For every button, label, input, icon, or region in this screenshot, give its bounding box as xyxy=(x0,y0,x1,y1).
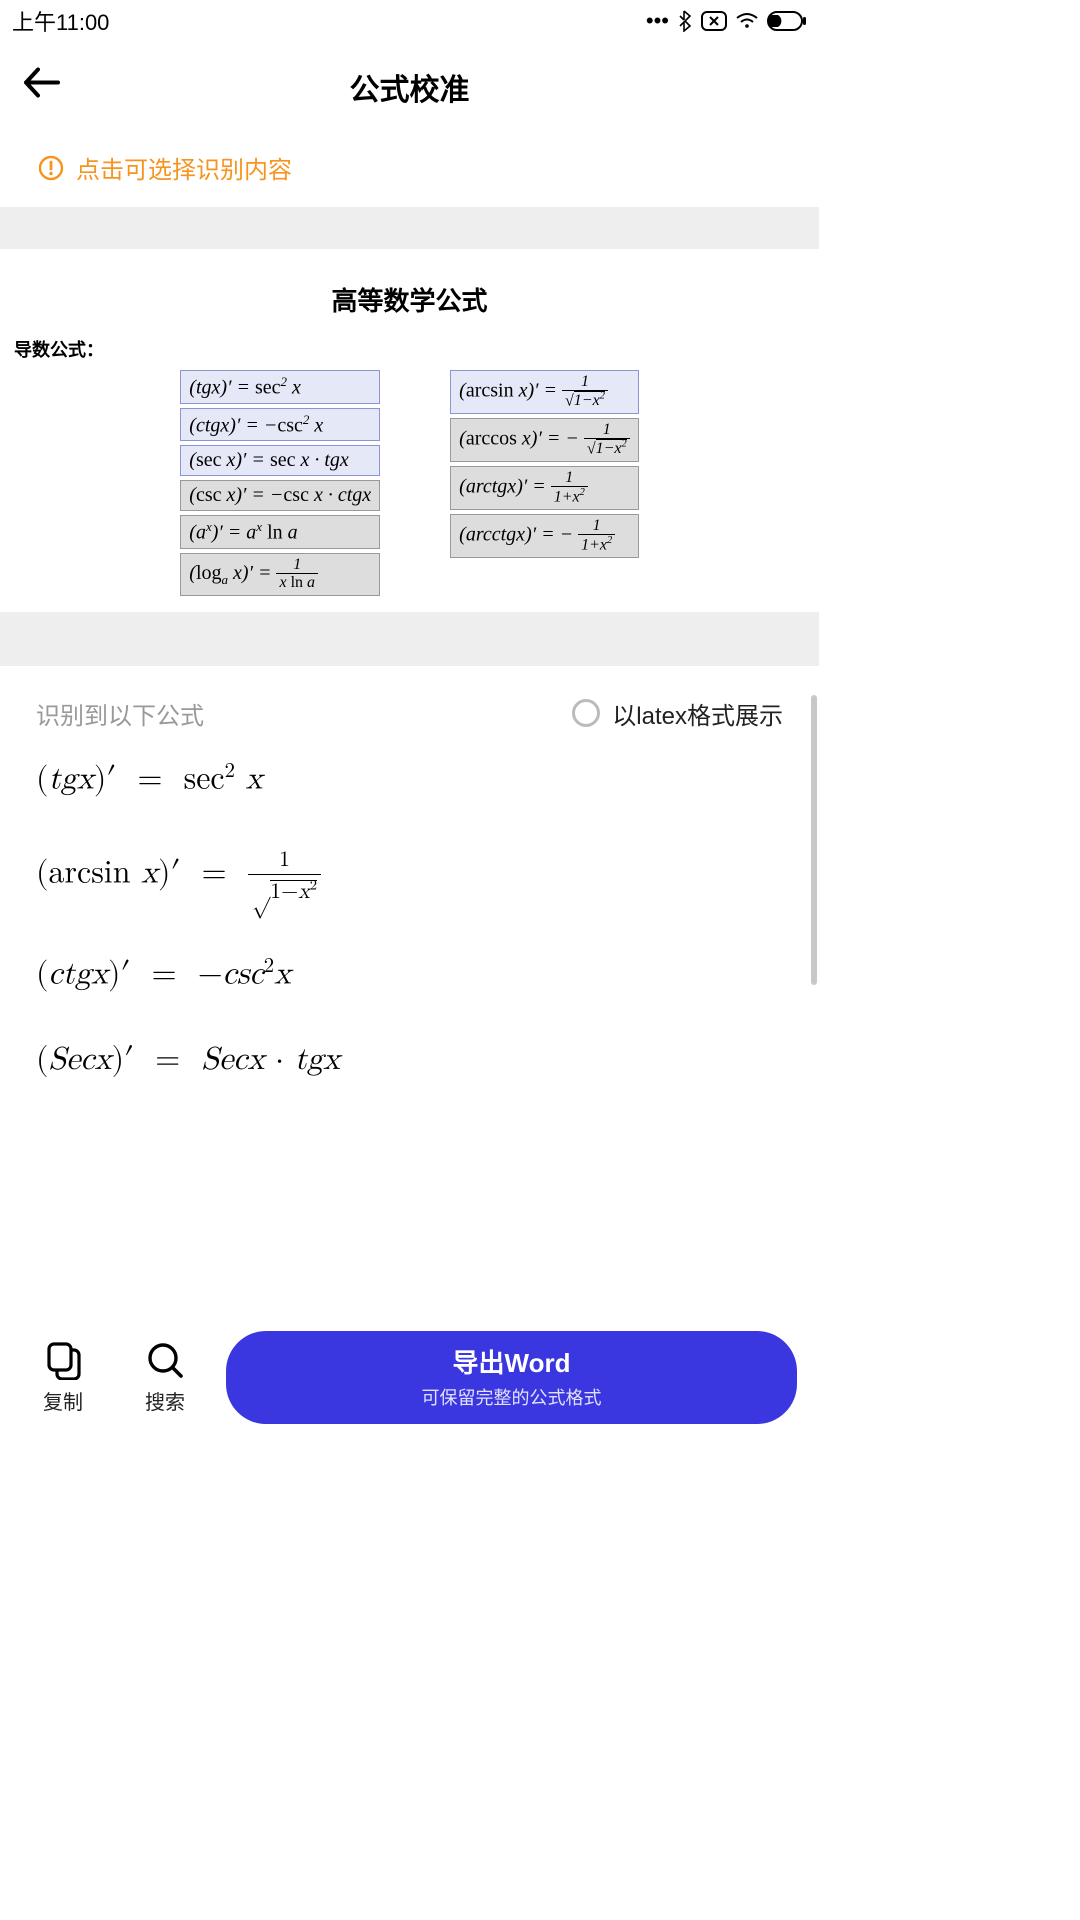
copy-icon xyxy=(43,1340,83,1380)
image-title: 高等数学公式 xyxy=(8,281,811,318)
formula-box[interactable]: (ax)′ = ax ln a xyxy=(180,515,380,549)
status-bar: 上午11:00 ••• xyxy=(0,0,819,42)
formula-box[interactable]: (tgx)′ = sec2 x xyxy=(180,370,380,404)
battery-icon xyxy=(767,11,807,31)
page-title: 公式校准 xyxy=(350,65,470,109)
latex-toggle-label: 以latex格式展示 xyxy=(612,696,783,731)
formula-box[interactable]: (arccos x)′ = − 1√1−x2 xyxy=(450,418,639,462)
search-icon xyxy=(145,1340,185,1380)
copy-label: 复制 xyxy=(43,1386,83,1415)
latex-toggle[interactable]: 以latex格式展示 xyxy=(572,696,783,731)
recognized-formula-list[interactable]: (tgx)′ = sec2 x (arcsin x)′ = 1√1−x2 (ct… xyxy=(0,749,819,1080)
search-button[interactable]: 搜索 xyxy=(124,1340,206,1415)
image-subtitle: 导数公式： xyxy=(14,336,811,362)
info-icon xyxy=(38,155,64,181)
x-box-icon xyxy=(701,11,727,31)
export-title: 导出Word xyxy=(453,1343,571,1380)
app-header: 公式校准 xyxy=(0,42,819,132)
formula-box[interactable]: (loga x)′ = 1x ln a xyxy=(180,553,380,596)
wifi-icon xyxy=(735,12,759,30)
tip-text: 点击可选择识别内容 xyxy=(76,150,292,185)
search-label: 搜索 xyxy=(145,1386,185,1415)
formula-box[interactable]: (sec x)′ = sec x · tgx xyxy=(180,445,380,476)
more-icon: ••• xyxy=(646,8,669,34)
spacer xyxy=(0,612,819,666)
result-label: 识别到以下公式 xyxy=(36,696,204,731)
formula-box[interactable]: (ctgx)′ = −csc2 x xyxy=(180,408,380,442)
list-item[interactable]: (Secx)′ = Secx · tgx xyxy=(36,1041,783,1079)
copy-button[interactable]: 复制 xyxy=(22,1340,104,1415)
bluetooth-icon xyxy=(677,10,693,32)
scrollbar[interactable] xyxy=(811,695,817,985)
list-item[interactable]: (arcsin x)′ = 1√1−x2 xyxy=(36,846,783,905)
formula-box[interactable]: (csc x)′ = −csc x · ctgx xyxy=(180,480,380,511)
result-header: 识别到以下公式 以latex格式展示 xyxy=(0,666,819,749)
tip-banner: 点击可选择识别内容 xyxy=(0,132,819,207)
formula-box[interactable]: (arctgx)′ = 11+x2 xyxy=(450,466,639,510)
radio-icon xyxy=(572,699,600,727)
list-item[interactable]: (tgx)′ = sec2 x xyxy=(36,759,783,799)
status-icons: ••• xyxy=(646,8,807,34)
export-subtitle: 可保留完整的公式格式 xyxy=(422,1384,602,1410)
arrow-left-icon xyxy=(22,66,60,100)
source-image-panel[interactable]: 高等数学公式 导数公式： (tgx)′ = sec2 x (ctgx)′ = −… xyxy=(0,249,819,612)
formula-box[interactable]: (arcsin x)′ = 1√1−x2 xyxy=(450,370,639,414)
bottom-toolbar: 复制 搜索 导出Word 可保留完整的公式格式 xyxy=(0,1331,819,1424)
export-word-button[interactable]: 导出Word 可保留完整的公式格式 xyxy=(226,1331,797,1424)
formula-box[interactable]: (arcctgx)′ = − 11+x2 xyxy=(450,514,639,558)
status-time: 上午11:00 xyxy=(12,5,109,37)
back-button[interactable] xyxy=(22,66,60,109)
spacer xyxy=(0,207,819,249)
list-item[interactable]: (ctgx)′ = −csc2x xyxy=(36,954,783,994)
